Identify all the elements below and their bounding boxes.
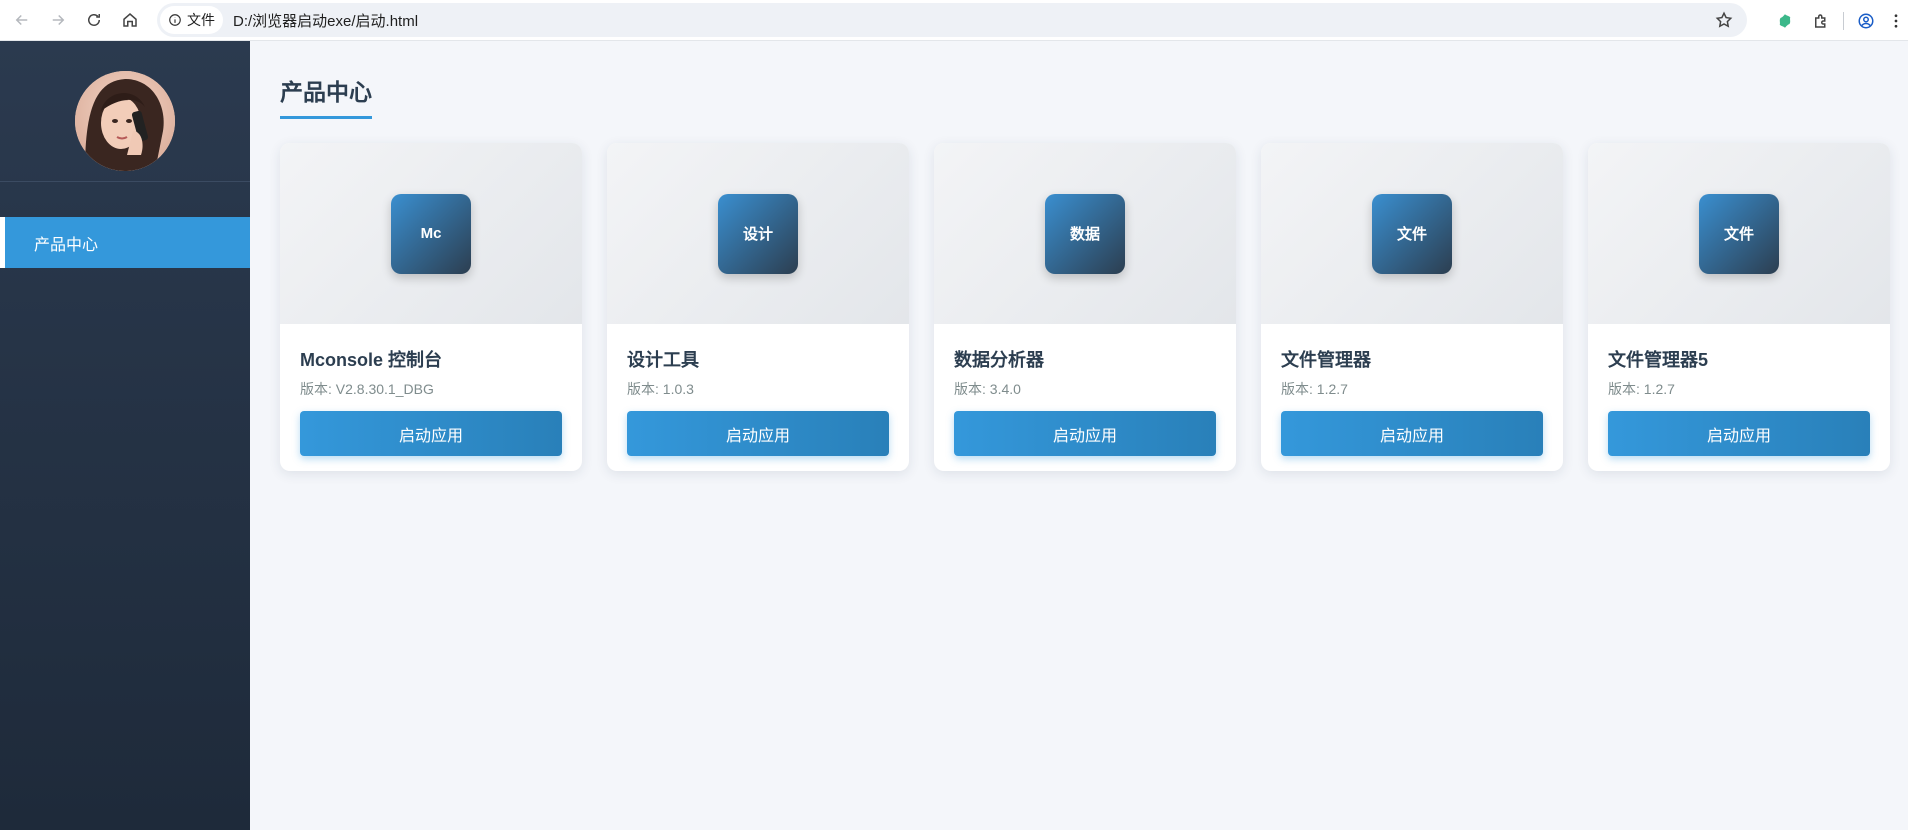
extension-green-icon[interactable] [1767,4,1803,38]
product-card: Mc Mconsole 控制台 版本: V2.8.30.1_DBG 启动应用 [280,143,582,471]
product-card: 文件 文件管理器 版本: 1.2.7 启动应用 [1261,143,1563,471]
app-icon: 文件 [1372,193,1452,274]
card-hero: 设计 [607,143,909,324]
card-version: 版本: V2.8.30.1_DBG [300,381,434,397]
browser-toolbar: 文件 D:/浏览器启动exe/启动.html [0,0,1908,41]
app-icon: 设计 [718,193,798,274]
card-hero: 数据 [934,143,1236,324]
launch-app-button[interactable]: 启动应用 [300,411,562,456]
menu-dots-icon[interactable] [1884,4,1908,38]
page-title: 产品中心 [280,73,372,119]
url-text[interactable]: D:/浏览器启动exe/启动.html [233,10,418,31]
avatar[interactable] [75,71,175,171]
card-hero: 文件 [1261,143,1563,324]
site-chip-label: 文件 [187,12,215,28]
card-version: 版本: 1.0.3 [627,381,694,397]
card-title: 设计工具 [627,350,699,370]
product-card-list: Mc Mconsole 控制台 版本: V2.8.30.1_DBG 启动应用 设… [280,143,1890,471]
product-card: 设计 设计工具 版本: 1.0.3 启动应用 [607,143,909,471]
card-title: 文件管理器5 [1608,350,1709,370]
back-icon[interactable] [4,3,40,37]
app-icon: Mc [391,193,471,274]
launch-app-button[interactable]: 启动应用 [1608,411,1870,456]
forward-icon[interactable] [40,3,76,37]
card-version: 版本: 3.4.0 [954,381,1021,397]
product-card: 数据 数据分析器 版本: 3.4.0 启动应用 [934,143,1236,471]
reload-icon[interactable] [76,3,112,37]
toolbar-divider [1843,11,1844,30]
card-title: Mconsole 控制台 [300,350,443,370]
toolbar-right [1767,0,1908,41]
home-icon[interactable] [112,3,148,37]
product-card: 文件 文件管理器5 版本: 1.2.7 启动应用 [1588,143,1890,471]
app-icon: 数据 [1045,193,1125,274]
sidebar-item-product-center[interactable]: 产品中心 [0,217,250,268]
info-icon [169,14,181,26]
app-icon: 文件 [1699,193,1779,274]
avatar-section [0,41,250,182]
card-title: 文件管理器 [1281,350,1371,370]
card-hero: 文件 [1588,143,1890,324]
address-bar[interactable]: 文件 D:/浏览器启动exe/启动.html [157,3,1747,37]
sidebar: 产品中心 [0,41,250,830]
launch-app-button[interactable]: 启动应用 [1281,411,1543,456]
card-version: 版本: 1.2.7 [1608,381,1675,397]
card-title: 数据分析器 [954,350,1044,370]
sidebar-item-label: 产品中心 [34,236,99,254]
puzzle-icon[interactable] [1803,4,1839,38]
card-version: 版本: 1.2.7 [1281,381,1348,397]
card-hero: Mc [280,143,582,324]
launch-app-button[interactable]: 启动应用 [627,411,889,456]
site-info-chip[interactable]: 文件 [160,6,223,34]
profile-icon[interactable] [1848,4,1884,38]
sidebar-menu: 产品中心 [0,217,250,268]
star-icon[interactable] [1715,11,1733,29]
main-content: 产品中心 Mc Mconsole 控制台 版本: V2.8.30.1_DBG 启… [250,41,1908,830]
launch-app-button[interactable]: 启动应用 [954,411,1216,456]
